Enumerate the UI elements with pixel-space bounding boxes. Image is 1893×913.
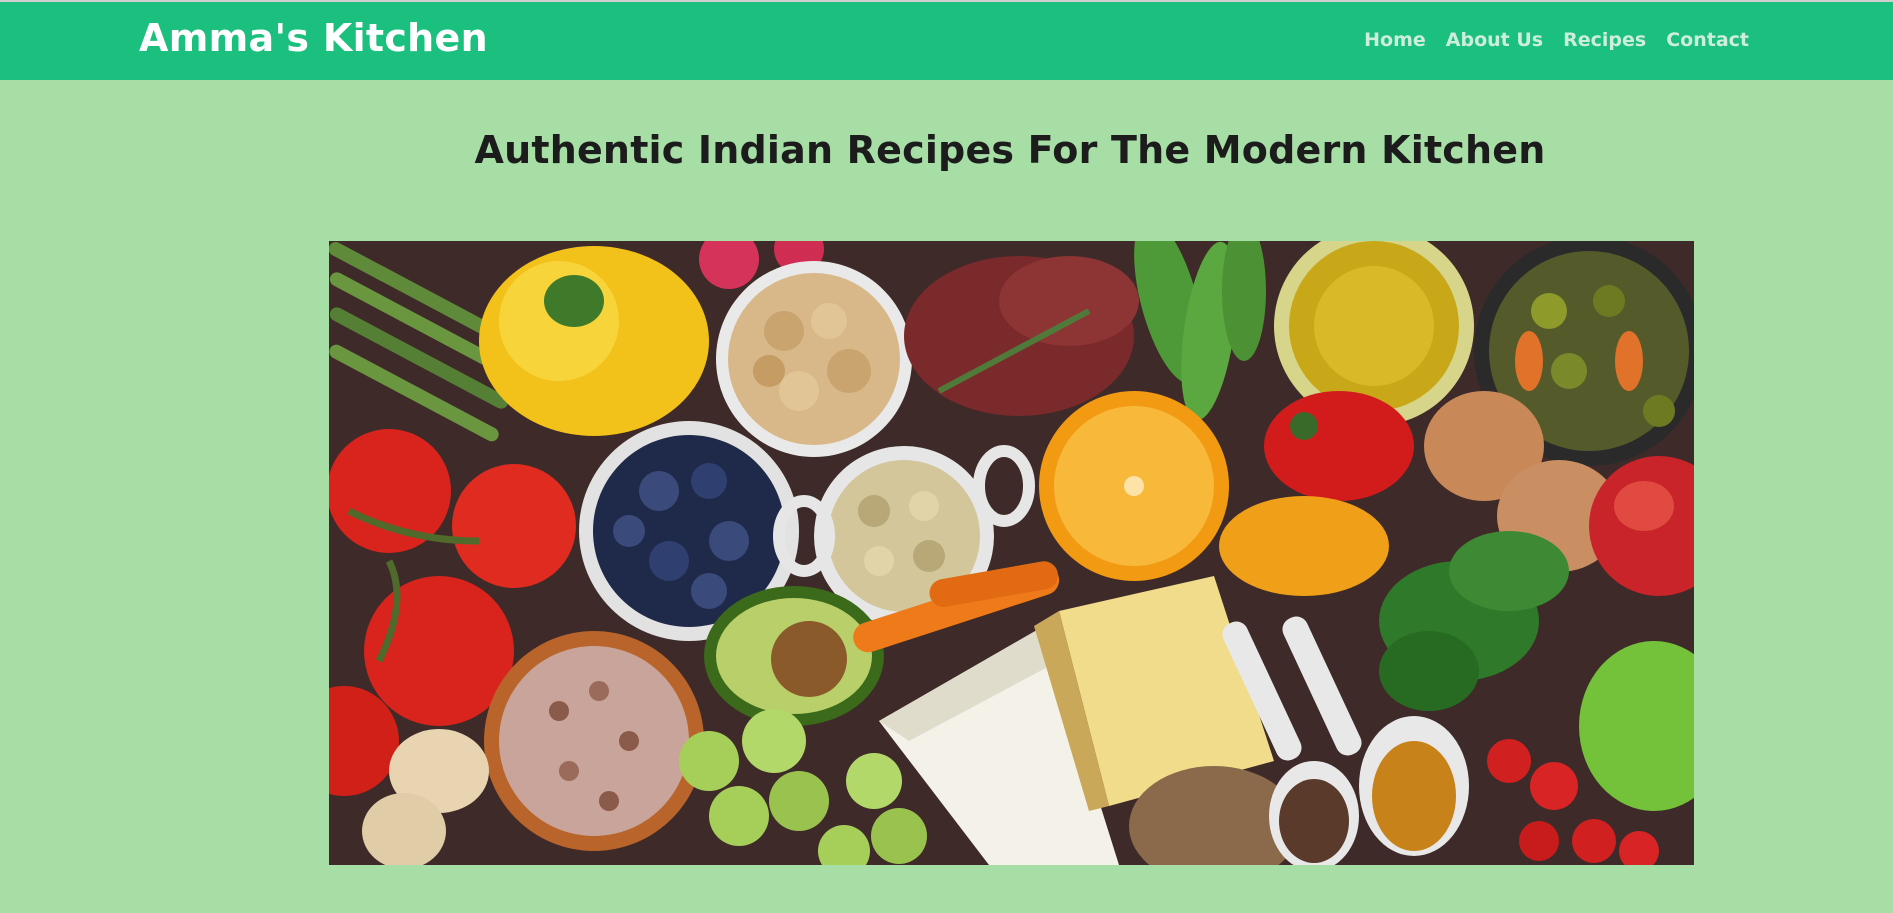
orange-pepper (1219, 496, 1389, 596)
yellow-pepper (479, 246, 709, 436)
nav-link-about-us[interactable]: About Us (1446, 29, 1543, 51)
nav-links: Home About Us Recipes Contact (1364, 29, 1749, 51)
avocado (704, 586, 884, 726)
beans-bowl (484, 631, 704, 851)
page-title: Authentic Indian Recipes For The Modern … (474, 128, 1546, 172)
orange-half (1039, 391, 1229, 581)
nav-link-home[interactable]: Home (1364, 29, 1426, 51)
brand-logo[interactable]: Amma's Kitchen (139, 16, 488, 60)
peanut-bowl (716, 261, 912, 457)
navbar: Amma's Kitchen Home About Us Recipes Con… (0, 2, 1893, 80)
nav-link-contact[interactable]: Contact (1666, 29, 1749, 51)
food-ingredients-illustration (329, 241, 1694, 865)
nav-link-recipes[interactable]: Recipes (1563, 29, 1646, 51)
hero-image (329, 241, 1694, 865)
red-pepper (1264, 391, 1414, 501)
